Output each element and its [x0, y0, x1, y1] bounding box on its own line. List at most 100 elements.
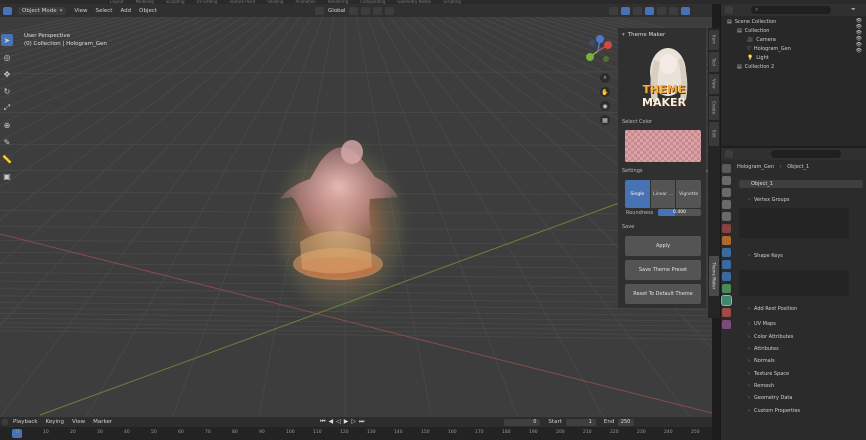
tab-item[interactable]: Item — [709, 30, 719, 50]
tab-view[interactable]: View — [709, 74, 719, 94]
panel-title[interactable]: ▾ Theme Maker — [622, 32, 665, 38]
save-theme-preset-button[interactable]: Save Theme Preset — [625, 260, 701, 280]
transform-orientation[interactable]: Global — [328, 8, 346, 14]
material-tab-icon[interactable] — [722, 308, 731, 317]
annotate-tool-icon[interactable]: ✎ — [1, 136, 13, 148]
3d-viewport[interactable]: User Perspective (0) Collection | Hologr… — [0, 17, 712, 417]
shading-material-icon[interactable] — [668, 6, 678, 15]
tool-tab-icon[interactable] — [722, 164, 731, 173]
outliner-row[interactable]: ▤ Collection 2 — [737, 63, 774, 71]
mode-single-button[interactable]: Single — [625, 180, 650, 208]
outliner-row[interactable]: 💡 Light — [747, 54, 769, 62]
scene-tab-icon[interactable] — [722, 212, 731, 221]
start-frame-field[interactable]: 1 — [565, 418, 596, 426]
tab-create[interactable]: Create — [709, 96, 719, 120]
section-texture-space[interactable]: Texture Space — [748, 371, 789, 377]
shape-keys-list[interactable] — [739, 270, 849, 296]
mode-linear-button[interactable]: Linear ... — [650, 180, 676, 208]
current-frame-field[interactable]: 0 — [504, 418, 541, 426]
output-tab-icon[interactable] — [722, 188, 731, 197]
object-tab-icon[interactable] — [722, 236, 731, 245]
add-cube-tool-icon[interactable]: ▣ — [1, 170, 13, 182]
next-key-icon[interactable]: ▷ — [351, 418, 356, 426]
tab-tool[interactable]: Tool — [709, 52, 719, 72]
outliner-row[interactable]: 🎥 Camera — [747, 36, 776, 44]
grid-view-icon[interactable]: ▦ — [600, 115, 610, 125]
menu-object[interactable]: Object — [139, 8, 157, 14]
gizmo-toggle-icon[interactable] — [620, 6, 630, 15]
jump-end-icon[interactable]: ⏭ — [359, 418, 364, 426]
visibility-icon[interactable] — [608, 6, 618, 15]
mode-dropdown[interactable]: Object Mode ▾ — [18, 6, 67, 15]
transform-tool-icon[interactable]: ⊕ — [1, 119, 13, 131]
rotate-tool-icon[interactable]: ↻ — [1, 85, 13, 97]
world-tab-icon[interactable] — [722, 224, 731, 233]
reset-to-default-button[interactable]: Reset To Default Theme — [625, 284, 701, 304]
menu-select[interactable]: Select — [95, 8, 112, 14]
prev-key-icon[interactable]: ◀ — [329, 418, 334, 426]
section-uv-maps[interactable]: UV Maps — [748, 321, 776, 327]
move-tool-icon[interactable]: ✥ — [1, 68, 13, 80]
section-remesh[interactable]: Remesh — [748, 383, 774, 389]
editor-type-button[interactable] — [3, 6, 12, 15]
section-add-rest-position[interactable]: Add Rest Position — [748, 306, 797, 312]
overlay-icon[interactable] — [632, 6, 642, 15]
shading-solid-icon[interactable] — [656, 6, 666, 15]
mesh-data-name-field[interactable]: Object_1 — [739, 180, 863, 188]
pivot-icon[interactable] — [348, 6, 358, 15]
snap-settings-icon[interactable] — [372, 6, 382, 15]
outliner-row[interactable]: ▽ Hologram_Gen — [747, 45, 791, 53]
menu-keying[interactable]: Keying — [46, 419, 64, 425]
physics-tab-icon[interactable] — [722, 272, 731, 281]
xray-icon[interactable] — [644, 6, 654, 15]
apply-button[interactable]: Apply — [625, 236, 701, 256]
roundness-slider[interactable]: 0.400 — [658, 209, 701, 216]
tab-theme-maker[interactable]: Theme Maker — [709, 256, 719, 296]
section-attributes[interactable]: Attributes — [748, 346, 779, 352]
filter-icon[interactable]: ⏷ — [851, 6, 856, 14]
axis-gizmo-icon[interactable] — [578, 31, 618, 71]
end-frame-field[interactable]: 250 — [618, 418, 635, 426]
view-layer-tab-icon[interactable] — [722, 200, 731, 209]
navigation-gizmo[interactable] — [578, 31, 618, 81]
pan-hand-icon[interactable]: ✋ — [600, 87, 610, 97]
reverse-play-icon[interactable]: ◁ — [336, 418, 341, 426]
scale-tool-icon[interactable]: ⤢ — [1, 102, 13, 114]
render-tab-icon[interactable] — [722, 176, 731, 185]
particles-tab-icon[interactable] — [722, 260, 731, 269]
hologram-object[interactable] — [265, 132, 415, 322]
menu-add[interactable]: Add — [120, 8, 131, 14]
properties-search-input[interactable] — [771, 150, 841, 158]
menu-playback[interactable]: Playback — [13, 419, 38, 425]
visibility-eye-icons[interactable]: 👁 👁 👁 👁 👁 👁 — [856, 18, 862, 54]
cursor-tool-icon[interactable]: ◎ — [1, 51, 13, 63]
outliner-row[interactable]: ▤ Collection — [737, 27, 769, 35]
texture-tab-icon[interactable] — [722, 320, 731, 329]
shading-render-icon[interactable] — [680, 6, 690, 15]
mode-vignette-button[interactable]: Vignette — [676, 180, 702, 208]
section-shape-keys[interactable]: Shape Keys — [748, 253, 783, 259]
tab-edit[interactable]: Edit — [709, 122, 719, 146]
section-color-attributes[interactable]: Color Attributes — [748, 334, 793, 340]
menu-marker[interactable]: Marker — [93, 419, 112, 425]
menu-view[interactable]: View — [74, 8, 87, 14]
jump-start-icon[interactable]: ⏮ — [320, 418, 325, 426]
camera-icon[interactable]: ◉ — [600, 101, 610, 111]
play-icon[interactable]: ▶ — [344, 418, 349, 426]
constraints-tab-icon[interactable] — [722, 284, 731, 293]
section-geometry-data[interactable]: Geometry Data — [748, 395, 792, 401]
timeline-editor-icon[interactable] — [2, 419, 8, 425]
zoom-icon[interactable]: ⌕ — [600, 73, 610, 83]
select-tool-icon[interactable]: ➤ — [1, 34, 13, 46]
outliner-search-input[interactable] — [751, 6, 831, 14]
color-swatch[interactable] — [625, 130, 701, 162]
mesh-data-tab-icon[interactable] — [721, 295, 732, 306]
outliner-editor-icon[interactable] — [725, 6, 733, 14]
orientation-icon[interactable] — [315, 6, 325, 15]
properties-editor-icon[interactable] — [725, 150, 733, 158]
measure-tool-icon[interactable]: 📏 — [1, 153, 13, 165]
section-vertex-groups[interactable]: Vertex Groups — [748, 197, 790, 203]
modifier-tab-icon[interactable] — [722, 248, 731, 257]
timeline-ruler[interactable]: 0 10 20 30 40 50 60 70 80 90 100 110 120 130 140 150 160… — [0, 427, 712, 440]
menu-timeline-view[interactable]: View — [72, 419, 85, 425]
